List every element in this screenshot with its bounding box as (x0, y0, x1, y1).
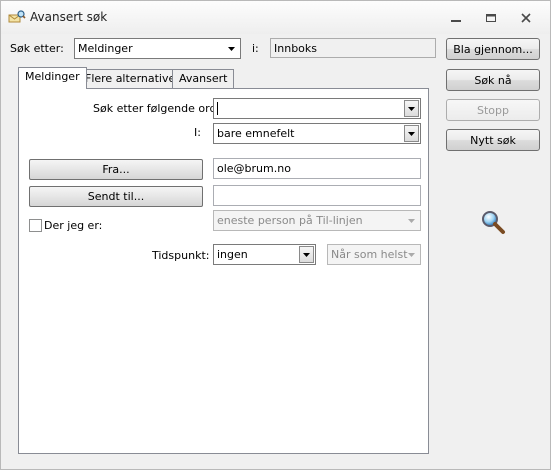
where-i-am-checkbox[interactable] (29, 219, 42, 232)
chevron-down-icon (224, 40, 239, 57)
close-button[interactable] (514, 9, 538, 26)
in-field-value: bare emnefelt (217, 127, 295, 140)
search-envelope-icon (8, 10, 26, 23)
new-search-button[interactable]: Nytt søk (446, 129, 540, 151)
close-icon (521, 12, 531, 23)
text-caret (217, 102, 218, 115)
maximize-icon (486, 13, 496, 22)
tab-more-options[interactable]: Flere alternativer (78, 69, 187, 89)
from-button[interactable]: Fra... (29, 159, 203, 180)
tab-advanced[interactable]: Avansert (172, 69, 235, 89)
search-for-label: Søk etter: (10, 42, 64, 55)
divider (28, 152, 422, 153)
search-now-button[interactable]: Søk nå (446, 69, 540, 91)
time-label: Tidspunkt: (152, 249, 210, 262)
advanced-search-window: Avansert søk Søk etter: Meldinger i: Inn… (0, 0, 551, 470)
magnifier-icon (482, 211, 505, 234)
search-words-label: Søk etter følgende ord: (93, 102, 221, 115)
where-i-am-value: eneste person på Til-linjen (217, 214, 363, 227)
minimize-button[interactable] (444, 9, 468, 26)
search-for-value: Meldinger (78, 42, 133, 55)
in-field-label: I: (194, 126, 201, 139)
sent-to-button[interactable]: Sendt til... (29, 186, 203, 207)
search-for-select[interactable]: Meldinger (74, 38, 241, 59)
in-label: i: (252, 42, 259, 55)
location-field: Innboks (270, 38, 436, 58)
chevron-down-icon (404, 246, 419, 263)
title-bar: Avansert søk (1, 1, 550, 34)
search-words-input[interactable] (213, 98, 421, 119)
tab-messages[interactable]: Meldinger (18, 67, 87, 89)
chevron-down-icon (299, 246, 314, 263)
time-value: ingen (217, 248, 248, 261)
from-field[interactable]: ole@brum.no (213, 158, 421, 179)
where-i-am-label: Der jeg er: (44, 219, 103, 232)
in-field-select[interactable]: bare emnefelt (213, 123, 421, 144)
sent-to-field[interactable] (213, 185, 421, 206)
where-i-am-select[interactable]: eneste person på Til-linjen (213, 210, 421, 231)
chevron-down-icon (404, 125, 419, 142)
maximize-button[interactable] (479, 9, 503, 26)
window-title: Avansert søk (30, 10, 108, 24)
time-select[interactable]: ingen (213, 244, 316, 265)
time-range-value: Når som helst (331, 248, 408, 261)
stop-button[interactable]: Stopp (446, 99, 540, 121)
browse-button[interactable]: Bla gjennom... (446, 38, 540, 60)
chevron-down-icon (404, 212, 419, 229)
chevron-down-icon (404, 100, 419, 117)
time-range-select[interactable]: Når som helst (327, 244, 421, 265)
minimize-icon (451, 19, 461, 22)
divider (28, 240, 422, 241)
